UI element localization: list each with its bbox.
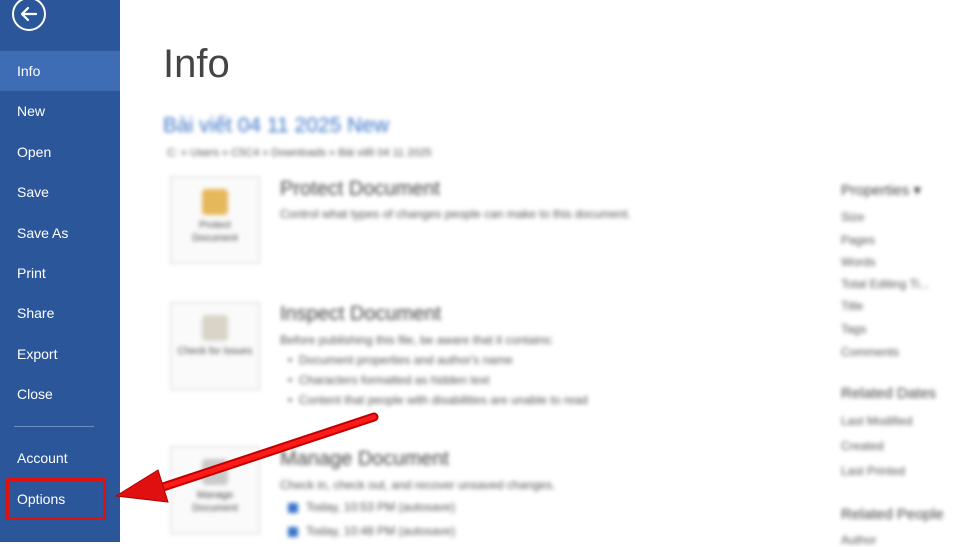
annotation-arrow (114, 412, 379, 503)
